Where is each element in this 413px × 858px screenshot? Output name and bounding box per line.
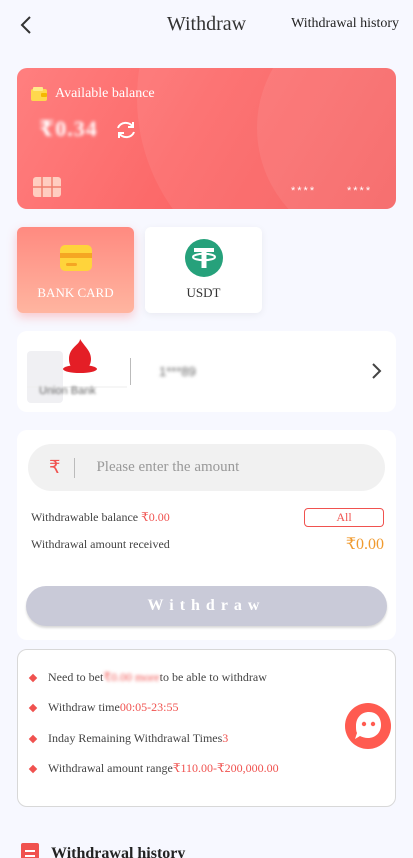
bank-selector[interactable]: Union Bank 1***89: [17, 331, 396, 412]
bank-account-number: 1***89: [159, 364, 196, 379]
withdraw-form: ₹ Withdrawable balance ₹0.00 All Withdra…: [17, 430, 396, 640]
bullet-icon: [28, 764, 38, 773]
method-label: BANK CARD: [37, 285, 114, 300]
bank-card-icon: [59, 245, 92, 271]
bullet-icon: [28, 703, 38, 712]
refresh-icon[interactable]: [114, 119, 138, 141]
card-number-mask: ****: [291, 185, 317, 197]
rule-amount-range: Withdrawal amount range ₹110.00-₹200,000…: [28, 761, 279, 776]
rupee-icon: ₹: [49, 457, 61, 477]
rule-bet-requirement: Need to bet ₹0.00 more to be able to wit…: [28, 670, 267, 685]
balance-label: Available balance: [55, 86, 155, 101]
bank-name: Union Bank: [39, 385, 96, 397]
wallet-icon: [31, 87, 47, 101]
card-decoration: [257, 68, 396, 209]
card-number-mask: ****: [347, 185, 373, 197]
rule-text: Withdraw time: [48, 700, 120, 714]
rule-text: Withdrawal amount range: [48, 761, 173, 775]
withdrawal-history-link[interactable]: Withdrawal history: [291, 16, 399, 32]
amount-input[interactable]: [96, 459, 367, 476]
method-label: USDT: [186, 285, 221, 300]
card-chip-icon: [33, 177, 61, 197]
withdrawable-balance: Withdrawable balance ₹0.00: [31, 510, 170, 525]
section-title: Withdrawal history: [51, 845, 186, 858]
rule-text: Need to bet: [48, 670, 104, 684]
balance-card: Available balance ₹0.34 **** ****: [17, 68, 396, 209]
bullet-icon: [28, 673, 38, 682]
header: Withdraw Withdrawal history: [0, 0, 413, 50]
rule-remaining-times: Inday Remaining Withdrawal Times 3: [28, 731, 229, 746]
rule-remaining-value: 3: [222, 731, 229, 745]
withdraw-button[interactable]: Withdraw: [26, 586, 387, 626]
rule-text: to be able to withdraw: [159, 670, 267, 684]
method-tab-bank-card[interactable]: BANK CARD: [17, 227, 134, 313]
document-icon: [21, 843, 39, 858]
customer-service-icon[interactable]: [344, 702, 392, 750]
rule-text: Inday Remaining Withdrawal Times: [48, 731, 223, 745]
usdt-icon: [184, 239, 223, 277]
rule-range-value: ₹110.00-₹200,000.00: [172, 761, 279, 775]
withdrawable-value: ₹0.00: [141, 510, 170, 524]
divider: [130, 358, 131, 385]
withdraw-rules: Need to bet ₹0.00 more to be able to wit…: [17, 649, 396, 807]
method-tab-usdt[interactable]: USDT: [145, 227, 262, 313]
received-label: Withdrawal amount received: [31, 537, 170, 551]
amount-field[interactable]: ₹: [28, 444, 385, 491]
chevron-right-icon: [372, 363, 382, 379]
bank-logo: Union Bank: [27, 339, 133, 403]
balance-amount: ₹0.34: [39, 116, 98, 141]
bullet-icon: [28, 734, 38, 743]
rule-time-value: 00:05-23:55: [119, 700, 179, 714]
withdrawable-label: Withdrawable balance: [31, 510, 142, 524]
rule-withdraw-time: Withdraw time 00:05-23:55: [28, 700, 179, 715]
divider: [74, 457, 76, 478]
all-button[interactable]: All: [304, 508, 384, 527]
rule-bet-amount: ₹0.00 more: [103, 670, 160, 684]
received-value: ₹0.00: [345, 536, 384, 553]
